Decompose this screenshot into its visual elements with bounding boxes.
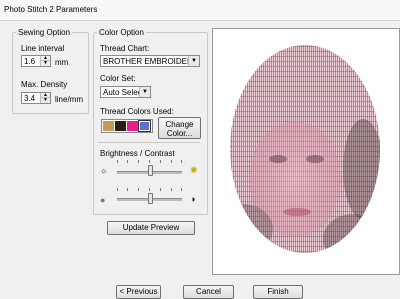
thread-color-swatches[interactable]	[101, 119, 153, 133]
sewing-option-legend: Sewing Option	[18, 28, 71, 37]
max-density-unit: line/mm	[55, 95, 84, 104]
spin-down-icon[interactable]: ▼	[43, 98, 48, 103]
thread-swatch[interactable]	[127, 121, 138, 131]
title-bar: Photo Stitch 2 Parameters	[0, 0, 400, 21]
brightness-contrast-label: Brightness / Contrast	[100, 149, 175, 158]
thread-chart-select[interactable]: BROTHER EMBROIDERY ▼	[100, 55, 200, 67]
finish-button[interactable]: Finish	[253, 285, 303, 299]
change-color-label-2: Color...	[166, 129, 193, 138]
spin-down-icon[interactable]: ▼	[43, 61, 48, 66]
line-interval-spin-arrows[interactable]: ▲ ▼	[40, 56, 50, 66]
stitch-preview	[212, 28, 400, 275]
max-density-spin-arrows[interactable]: ▲ ▼	[40, 93, 50, 103]
finish-label: Finish	[267, 287, 289, 296]
brightness-high-icon: ✺	[190, 165, 198, 175]
chevron-down-icon[interactable]: ▼	[139, 87, 150, 97]
thread-colors-label: Thread Colors Used:	[100, 107, 174, 116]
thread-swatch[interactable]	[103, 121, 114, 131]
contrast-low-icon: ●	[100, 195, 106, 205]
group-divider	[98, 142, 200, 143]
line-interval-stepper[interactable]: 1.6 ▲ ▼	[21, 55, 51, 67]
previous-button[interactable]: < Previous	[116, 285, 161, 299]
cancel-button[interactable]: Cancel	[183, 285, 234, 299]
update-preview-label: Update Preview	[122, 223, 180, 232]
thread-chart-value: BROTHER EMBROIDERY	[103, 57, 198, 66]
thread-swatch[interactable]	[138, 120, 151, 132]
contrast-slider-thumb[interactable]	[147, 193, 153, 204]
update-preview-button[interactable]: Update Preview	[107, 221, 195, 235]
previous-label: < Previous	[119, 287, 158, 296]
line-interval-label: Line interval	[21, 44, 65, 53]
color-set-value: Auto Select	[103, 88, 144, 97]
contrast-high-icon: ◑	[190, 194, 196, 204]
max-density-label: Max. Density	[21, 80, 68, 89]
change-color-button[interactable]: Change Color...	[158, 117, 201, 139]
color-set-label: Color Set:	[100, 74, 136, 83]
line-interval-value: 1.6	[24, 57, 36, 66]
brightness-slider-thumb[interactable]	[147, 165, 153, 176]
thread-chart-label: Thread Chart:	[100, 44, 150, 53]
color-option-legend: Color Option	[99, 28, 144, 37]
cancel-label: Cancel	[196, 287, 221, 296]
chevron-down-icon[interactable]: ▼	[188, 56, 199, 66]
brightness-low-icon: ☼	[100, 166, 108, 175]
thread-swatch[interactable]	[115, 121, 126, 131]
window-title: Photo Stitch 2 Parameters	[4, 5, 98, 14]
color-set-select[interactable]: Auto Select ▼	[100, 86, 151, 98]
max-density-value: 3.4	[24, 94, 36, 103]
stitch-preview-image	[230, 45, 380, 253]
change-color-label-1: Change	[165, 120, 194, 129]
line-interval-unit: mm	[55, 58, 69, 67]
max-density-stepper[interactable]: 3.4 ▲ ▼	[21, 92, 51, 104]
